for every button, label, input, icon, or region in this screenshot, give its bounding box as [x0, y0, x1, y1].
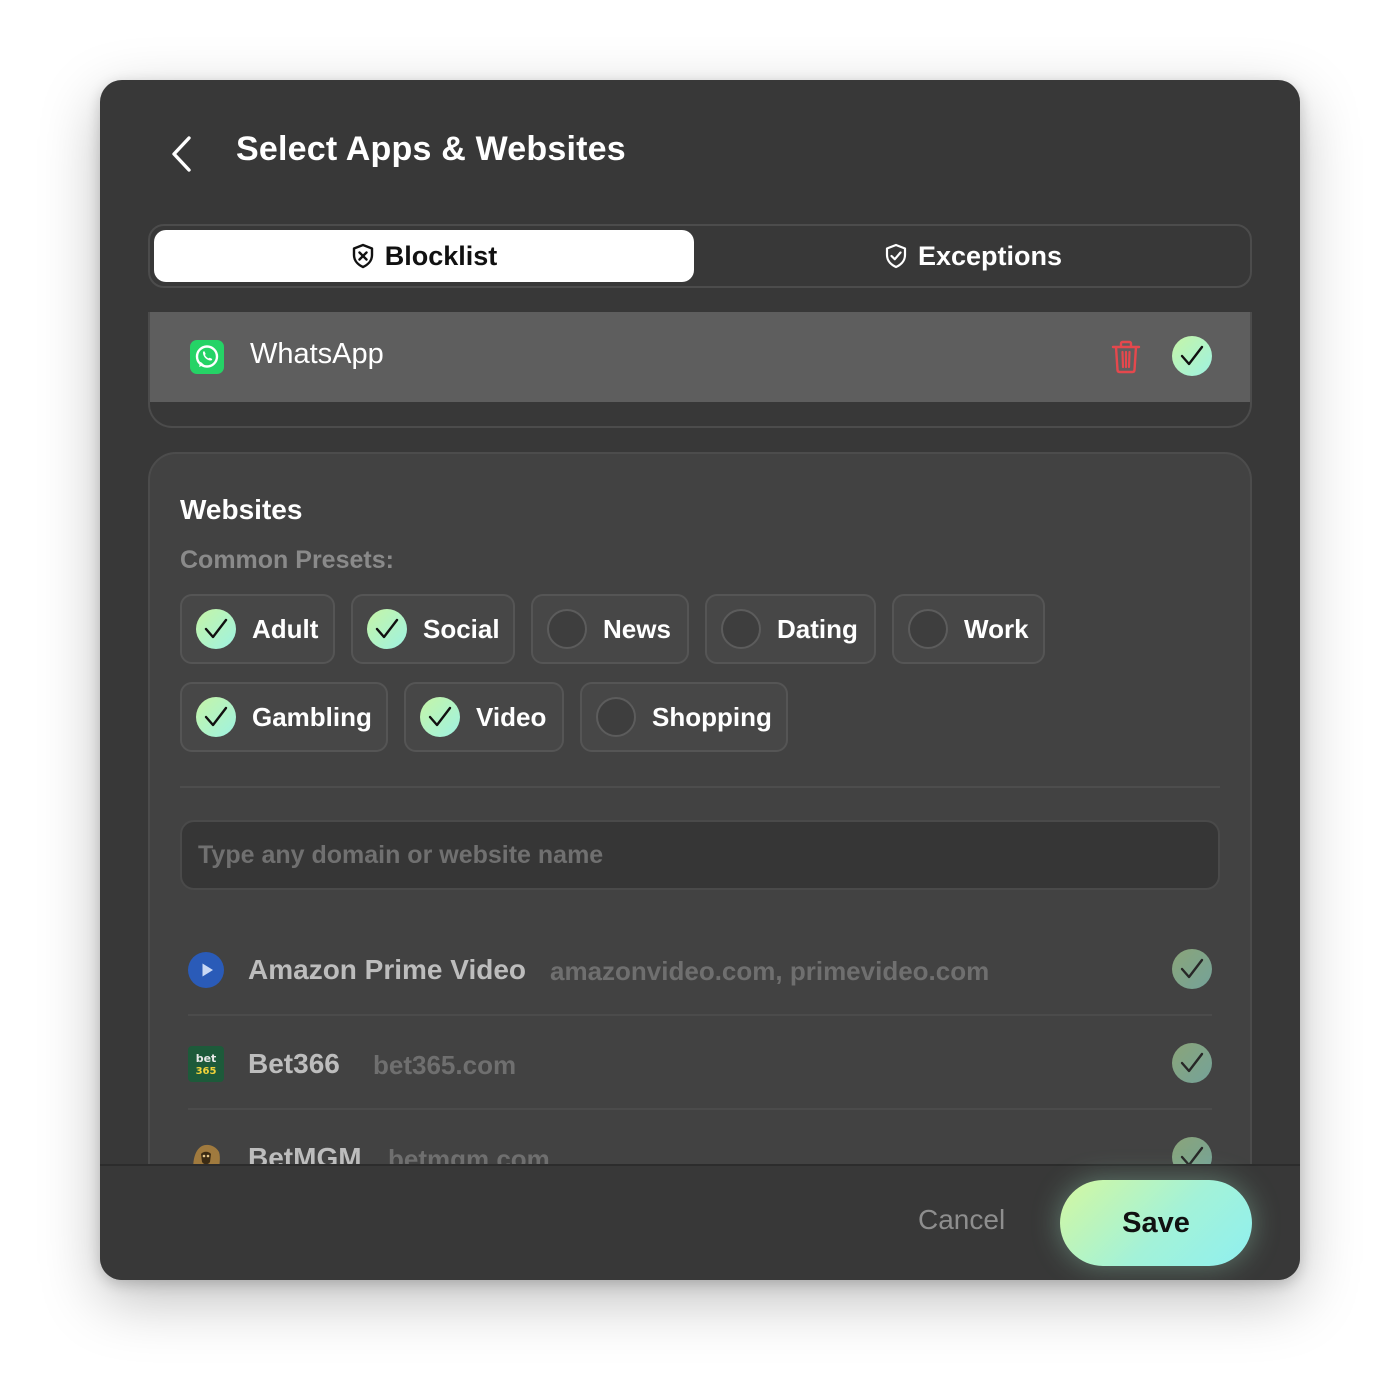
checkbox-unchecked-icon — [547, 609, 587, 649]
section-divider — [180, 786, 1220, 788]
save-button[interactable]: Save — [1060, 1180, 1252, 1266]
checkbox-checked-icon — [367, 609, 407, 649]
blocklist-exceptions-toggle: Blocklist Exceptions — [148, 224, 1252, 288]
dialog-footer: Cancel Save — [100, 1164, 1300, 1280]
preset-social[interactable]: Social — [351, 594, 515, 664]
preset-video[interactable]: Video — [404, 682, 564, 752]
shield-check-icon — [885, 243, 907, 269]
presets-label: Common Presets: — [180, 546, 394, 574]
checkbox-unchecked-icon — [908, 609, 948, 649]
websites-title: Websites — [180, 494, 303, 525]
prime-video-icon — [188, 952, 224, 988]
app-selected-check[interactable] — [1172, 336, 1212, 376]
site-name: Amazon Prime Video — [248, 954, 527, 985]
tab-blocklist-label: Blocklist — [384, 240, 498, 271]
cancel-button[interactable]: Cancel — [918, 1204, 1005, 1236]
svg-text:365: 365 — [196, 1066, 217, 1077]
site-domain: amazonvideo.com, primevideo.com — [550, 956, 990, 986]
list-item[interactable]: WhatsApp — [150, 312, 1250, 402]
apps-list: WhatsApp — [148, 312, 1252, 428]
bet365-logo-icon: bet 365 — [188, 1046, 224, 1082]
preset-shopping[interactable]: Shopping — [580, 682, 788, 752]
preset-gambling[interactable]: Gambling — [180, 682, 388, 752]
preset-label: Shopping — [652, 701, 772, 732]
svg-text:bet: bet — [196, 1052, 217, 1065]
checkmark-icon — [1180, 1052, 1204, 1073]
tab-blocklist[interactable]: Blocklist — [154, 230, 694, 282]
site-check[interactable] — [1172, 949, 1212, 989]
tab-exceptions[interactable]: Exceptions — [698, 230, 1248, 282]
checkbox-checked-icon — [196, 697, 236, 737]
checkmark-icon — [1180, 345, 1204, 366]
preset-work[interactable]: Work — [892, 594, 1045, 664]
site-name: Bet366 — [248, 1048, 340, 1079]
preset-label: Social — [423, 613, 500, 644]
app-name: WhatsApp — [250, 338, 384, 370]
preset-label: Dating — [777, 613, 858, 644]
trash-icon[interactable] — [1110, 339, 1142, 375]
preset-label: Adult — [252, 613, 319, 644]
preset-label: Gambling — [252, 701, 372, 732]
shield-x-icon — [352, 243, 373, 269]
page-title: Select Apps & Websites — [236, 130, 626, 168]
list-item[interactable]: bet 365 Bet366 bet365.com — [188, 1016, 1212, 1110]
preset-label: News — [603, 613, 671, 644]
preset-news[interactable]: News — [531, 594, 689, 664]
preset-dating[interactable]: Dating — [705, 594, 876, 664]
checkbox-unchecked-icon — [721, 609, 761, 649]
chevron-left-icon — [172, 136, 191, 172]
back-button[interactable] — [162, 132, 202, 176]
checkbox-checked-icon — [420, 697, 460, 737]
site-check[interactable] — [1172, 1043, 1212, 1083]
select-apps-dialog: Select Apps & Websites Blocklist Excepti… — [100, 80, 1300, 1280]
whatsapp-icon — [190, 340, 224, 374]
preset-adult[interactable]: Adult — [180, 594, 335, 664]
site-domain: bet365.com — [373, 1050, 517, 1080]
dialog-header: Select Apps & Websites — [100, 80, 1300, 230]
websites-section: Websites Common Presets: Adult Social Ne… — [148, 452, 1252, 1280]
preset-label: Work — [964, 613, 1029, 644]
checkmark-icon — [1180, 958, 1204, 979]
tab-exceptions-label: Exceptions — [917, 240, 1063, 271]
preset-label: Video — [476, 701, 547, 732]
checkbox-unchecked-icon — [596, 697, 636, 737]
list-item[interactable]: Amazon Prime Video amazonvideo.com, prim… — [188, 922, 1212, 1016]
checkbox-checked-icon — [196, 609, 236, 649]
domain-search-input[interactable] — [180, 820, 1220, 890]
